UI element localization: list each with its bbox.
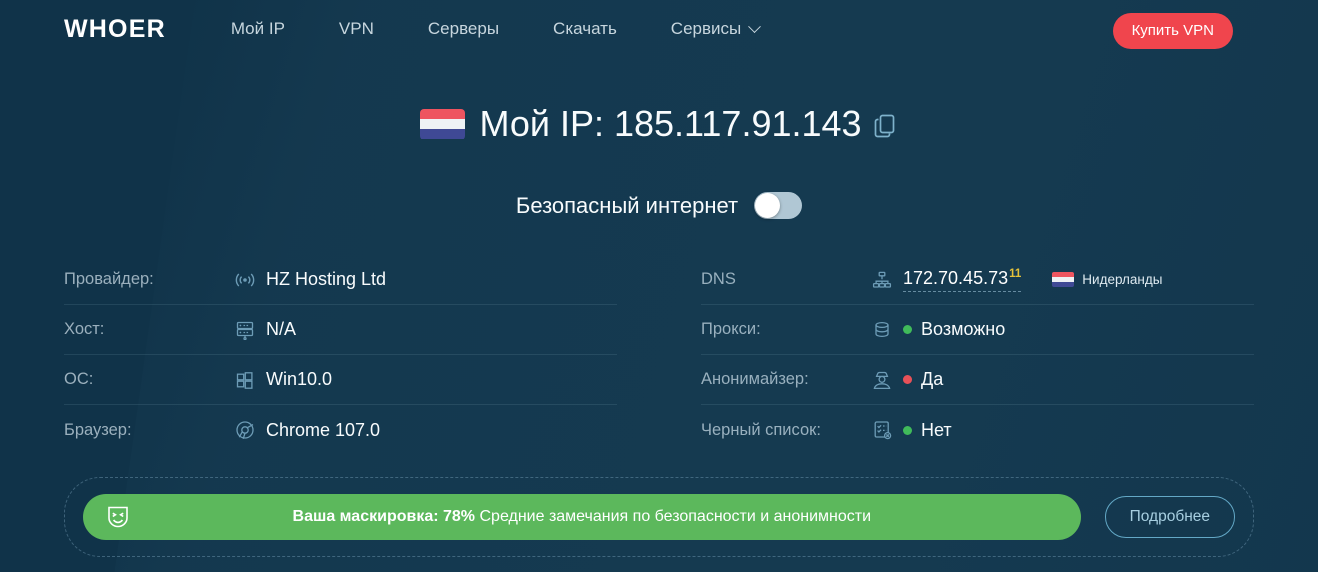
top-navigation-bar: WHOER Мой IP VPN Серверы Скачать Сервисы… xyxy=(0,0,1318,58)
spy-icon xyxy=(871,370,903,390)
row-label: Прокси: xyxy=(701,320,761,338)
row-value-group: Да xyxy=(903,369,943,390)
anonymity-score-panel: Ваша маскировка: 78% Средние замечания п… xyxy=(64,477,1254,557)
nav-item-servers[interactable]: Серверы xyxy=(401,13,526,45)
nav-item-download[interactable]: Скачать xyxy=(526,13,644,45)
anonymity-score-text: Ваша маскировка: 78% Средние замечания п… xyxy=(105,508,1059,526)
row-label: ОС: xyxy=(64,370,94,388)
anonymity-score-bar: Ваша маскировка: 78% Средние замечания п… xyxy=(83,494,1081,540)
info-column-left: Провайдер: HZ Hosting Ltd Хост: N/A ОС: … xyxy=(64,255,617,455)
row-label: Анонимайзер: xyxy=(701,370,809,388)
score-strong: Ваша маскировка: 78% xyxy=(292,508,476,525)
row-value: N/A xyxy=(266,319,297,339)
row-label: Черный список: xyxy=(701,420,821,439)
row-value-group: 172.70.45.73 11 Нидерланды xyxy=(903,268,1162,292)
info-row-proxy: Прокси: Возможно xyxy=(701,305,1254,355)
dns-superscript: 11 xyxy=(1009,267,1022,280)
info-row-provider: Провайдер: HZ Hosting Ltd xyxy=(64,255,617,305)
row-value-group: Возможно xyxy=(903,319,1005,340)
row-label: Хост: xyxy=(64,320,105,338)
secure-internet-switch[interactable] xyxy=(754,192,803,219)
dns-country: Нидерланды xyxy=(1052,272,1162,287)
nav-item-label: Мой IP xyxy=(230,19,285,38)
info-row-dns: DNS 172.70.45.73 11 Нидерланды xyxy=(701,255,1254,305)
chrome-icon xyxy=(234,419,266,441)
server-icon xyxy=(234,320,266,340)
secure-internet-toggle-row: Безопасный интернет xyxy=(0,192,1318,219)
score-description: Средние замечания по безопасности и анон… xyxy=(479,508,872,525)
row-label: Браузер: xyxy=(64,420,132,439)
status-dot xyxy=(903,375,912,384)
switch-knob xyxy=(755,193,781,218)
row-label: Провайдер: xyxy=(64,270,154,288)
row-value: Возможно xyxy=(921,319,1006,339)
nav-item-label: Серверы xyxy=(427,19,500,38)
my-ip-text: Мой IP: 185.117.91.143 xyxy=(479,103,862,144)
dns-address-text: 172.70.45.73 xyxy=(903,267,1009,288)
sitemap-icon xyxy=(871,270,903,290)
info-grid: Провайдер: HZ Hosting Ltd Хост: N/A ОС: … xyxy=(0,255,1318,455)
nav-item-label: VPN xyxy=(338,19,374,38)
dns-address[interactable]: 172.70.45.73 11 xyxy=(903,267,1022,292)
dns-country-label: Нидерланды xyxy=(1082,272,1163,287)
ip-display: Мой IP: 185.117.91.143 xyxy=(420,103,897,145)
nav-item-services[interactable]: Сервисы xyxy=(644,13,786,45)
info-row-host: Хост: N/A xyxy=(64,305,617,355)
page-root: WHOER Мой IP VPN Серверы Скачать Сервисы… xyxy=(0,0,1318,572)
chevron-down-icon xyxy=(748,19,762,33)
info-row-os: ОС: Win10.0 xyxy=(64,355,617,405)
netherlands-flag-icon xyxy=(420,108,466,140)
signal-icon xyxy=(234,271,266,289)
status-dot xyxy=(903,325,912,334)
database-icon xyxy=(871,320,903,340)
checklist-icon xyxy=(871,420,903,440)
status-dot xyxy=(903,425,912,435)
row-value: Chrome 107.0 xyxy=(266,419,381,440)
row-value: Нет xyxy=(921,419,952,440)
main-navigation: Мой IP VPN Серверы Скачать Сервисы xyxy=(204,13,786,45)
nav-item-vpn[interactable]: VPN xyxy=(312,13,401,45)
row-value-group: Нет xyxy=(903,420,952,441)
info-row-anonymizer: Анонимайзер: Да xyxy=(701,355,1254,405)
row-value: Да xyxy=(921,369,944,389)
site-logo[interactable]: WHOER xyxy=(64,15,166,44)
windows-icon xyxy=(234,370,266,390)
secure-internet-label: Безопасный интернет xyxy=(515,192,739,218)
row-label: DNS xyxy=(701,270,736,288)
mask-icon xyxy=(103,502,133,532)
copy-icon[interactable] xyxy=(874,113,898,139)
info-row-browser: Браузер: Chrome 107.0 xyxy=(64,405,617,455)
details-button[interactable]: Подробнее xyxy=(1104,496,1235,538)
nav-item-my-ip[interactable]: Мой IP xyxy=(204,13,312,45)
info-row-blacklist: Черный список: Нет xyxy=(701,405,1254,455)
buy-vpn-button[interactable]: Купить VPN xyxy=(1112,13,1233,49)
row-value: Win10.0 xyxy=(266,369,333,389)
nav-item-label: Сервисы xyxy=(670,19,742,38)
info-column-right: DNS 172.70.45.73 11 Нидерланды Прокси: В… xyxy=(701,255,1254,455)
row-value: HZ Hosting Ltd xyxy=(266,269,387,289)
netherlands-flag-icon xyxy=(1052,272,1075,287)
hero-section: Мой IP: 185.117.91.143 Безопасный интерн… xyxy=(0,58,1318,219)
nav-item-label: Скачать xyxy=(553,19,617,38)
